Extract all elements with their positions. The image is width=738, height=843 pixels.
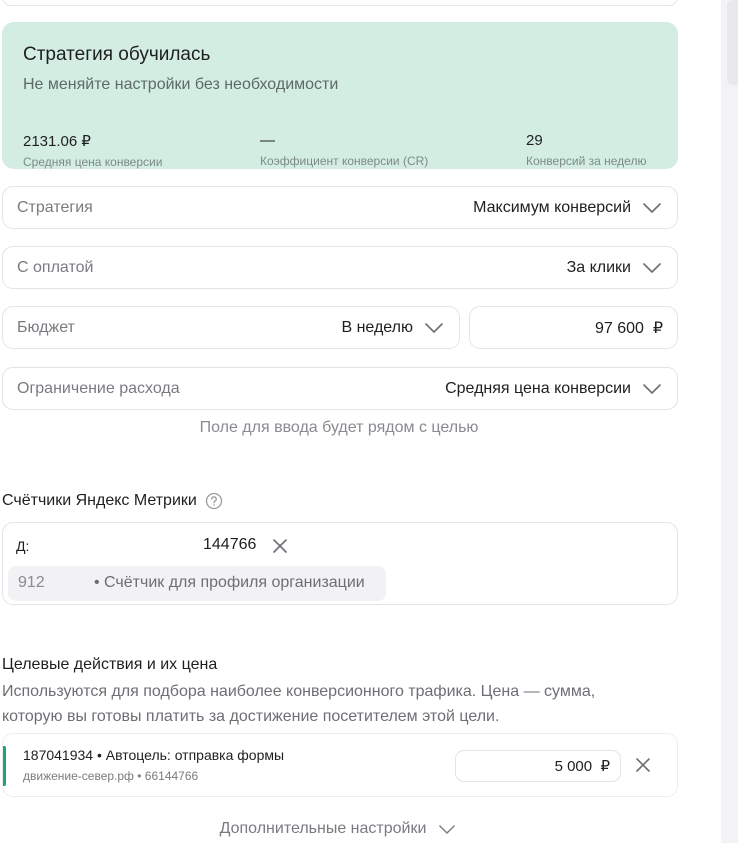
spend-limit-select-value: Средняя цена конверсии	[445, 379, 631, 397]
selected-counter-prefix: Д:	[16, 538, 30, 554]
counters-input[interactable]: Д: 144766 912 • Счётчик для профиля орга…	[2, 522, 678, 605]
strategy-status-subtitle: Не меняйте настройки без необходимости	[23, 76, 339, 93]
stat-label: Средняя цена конверсии	[23, 155, 163, 169]
goals-section-title: Целевые действия и их цена	[2, 656, 217, 674]
strategy-status-card: Стратегия обучилась Не меняйте настройки…	[2, 22, 678, 169]
scrollbar-thumb[interactable]	[727, 0, 738, 85]
chevron-down-icon	[641, 197, 663, 219]
stat-label: Конверсий за неделю	[526, 154, 647, 168]
budget-period-select[interactable]: Бюджет В неделю	[2, 306, 460, 349]
payment-select[interactable]: С оплатой За клики	[2, 246, 678, 289]
goal-subtitle: движение-север.рф • 66144766	[23, 769, 199, 783]
more-settings-toggle[interactable]: Дополнительные настройки	[0, 818, 678, 840]
stat-value: 2131.06 ₽	[23, 133, 91, 150]
strategy-select-value: Максимум конверсий	[473, 198, 631, 216]
stat-conversion-rate: — Коэффициент конверсии (CR)	[260, 132, 428, 168]
counters-section-title: Счётчики Яндекс Метрики	[2, 492, 223, 510]
budget-amount-input[interactable]: 97 600 ₽	[469, 306, 678, 349]
chevron-down-icon	[423, 317, 445, 339]
close-icon[interactable]	[633, 755, 653, 780]
help-circle-icon[interactable]	[205, 492, 223, 510]
strategy-select[interactable]: Стратегия Максимум конверсий	[2, 186, 678, 229]
selected-counter: Д: 144766	[16, 536, 296, 556]
selected-counter-number: 144766	[203, 536, 257, 553]
counters-title-text: Счётчики Яндекс Метрики	[2, 492, 197, 509]
stat-value: 29	[526, 132, 543, 149]
goal-price-value: 5 000 ₽	[554, 758, 610, 775]
chevron-down-icon	[641, 257, 663, 279]
chevron-down-icon	[436, 818, 458, 840]
goals-title-text: Целевые действия и их цена	[2, 656, 218, 673]
payment-select-label: С оплатой	[17, 258, 94, 276]
payment-select-value: За клики	[566, 258, 631, 276]
chevron-down-icon	[641, 378, 663, 400]
goal-accent-bar	[3, 746, 6, 786]
suggestion-counter-desc: • Счётчик для профиля организации	[94, 574, 365, 591]
strategy-select-label: Стратегия	[17, 198, 93, 216]
goal-title: 187041934 • Автоцель: отправка формы	[23, 747, 285, 763]
goal-item: 187041934 • Автоцель: отправка формы дви…	[2, 733, 678, 797]
goals-description: Используются для подбора наиболее конвер…	[2, 683, 596, 725]
goal-price-input[interactable]: 5 000 ₽	[455, 750, 621, 782]
more-settings-label: Дополнительные настройки	[219, 820, 427, 837]
field-hint: Поле для ввода будет рядом с целью	[199, 419, 479, 436]
stat-value: —	[260, 132, 275, 149]
previous-card-edge	[2, 0, 678, 6]
spend-limit-select[interactable]: Ограничение расхода Средняя цена конверс…	[2, 367, 678, 410]
budget-select-value: В неделю	[341, 318, 413, 336]
scrollbar-track[interactable]	[721, 0, 738, 843]
budget-amount-value: 97 600 ₽	[594, 319, 663, 337]
spend-limit-select-label: Ограничение расхода	[17, 379, 180, 397]
stat-avg-conversion-cost: 2131.06 ₽ Средняя цена конверсии	[23, 132, 162, 169]
stat-weekly-conversions: 29 Конверсий за неделю	[526, 132, 646, 168]
strategy-status-title: Стратегия обучилась	[23, 44, 211, 65]
suggestion-counter-number: 912	[18, 574, 45, 591]
budget-select-label: Бюджет	[17, 318, 75, 336]
stat-label: Коэффициент конверсии (CR)	[260, 154, 429, 168]
counter-suggestion-chip[interactable]: 912 • Счётчик для профиля организации	[8, 566, 386, 601]
close-icon[interactable]	[270, 536, 290, 561]
